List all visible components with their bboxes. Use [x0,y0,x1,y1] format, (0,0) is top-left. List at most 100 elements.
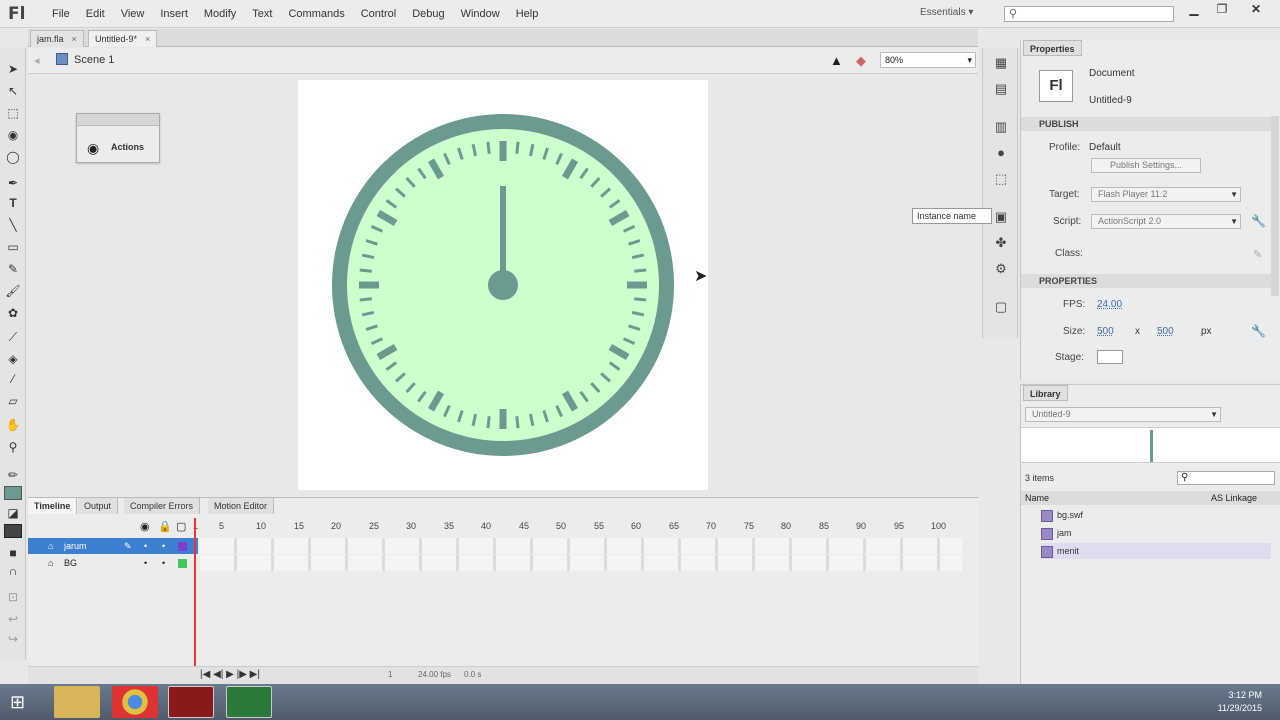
swap-colors-icon[interactable]: ■ [4,544,22,562]
edit-scene-icon[interactable]: ◆ [856,53,866,69]
publish-section-header[interactable]: PUBLISH [1021,117,1271,131]
info-icon[interactable]: ▣ [992,208,1010,226]
3d-rotation-tool-icon[interactable]: ◉ [4,126,22,144]
close-icon[interactable]: × [145,34,150,44]
frame-ruler[interactable]: 1 5 10 15 20 25 30 35 40 45 50 55 60 65 … [193,518,963,534]
menu-text[interactable]: Text [244,0,280,28]
tab-properties[interactable]: Properties [1023,40,1082,56]
workspace-switcher[interactable]: Essentials ▾ [920,7,973,18]
pen-tool-icon[interactable]: ✒ [4,174,22,192]
restore-button[interactable]: ❐ [1208,0,1236,18]
stage[interactable] [298,80,708,490]
layer-lock-dot[interactable]: • [162,538,165,554]
tab-jam-fla[interactable]: jam.fla × [30,30,84,47]
code-snippets-icon[interactable]: ⚙ [992,260,1010,278]
library-document-select[interactable]: Untitled-9 ▼ [1025,407,1221,422]
playback-controls-icon[interactable]: |◀ ◀| ▶ |▶ ▶| [200,669,260,680]
menu-insert[interactable]: Insert [152,0,196,28]
rectangle-tool-icon[interactable]: ▭ [4,238,22,256]
col-name[interactable]: Name [1025,491,1049,505]
actions-panel[interactable]: ◉ Actions [76,113,160,163]
camtasia-icon[interactable] [226,686,272,718]
windows-start-icon[interactable]: ⊞ [10,692,25,713]
flash-app-icon[interactable] [168,686,214,718]
layer-color-swatch[interactable] [178,542,187,551]
close-button[interactable]: ✕ [1242,0,1270,18]
publish-settings-button[interactable]: Publish Settings... [1091,158,1201,173]
subselection-tool-icon[interactable]: ↖ [4,82,22,100]
back-arrow-icon[interactable]: ◂ [34,54,40,67]
zoom-tool-icon[interactable]: ⚲ [4,438,22,456]
menu-commands[interactable]: Commands [280,0,352,28]
pencil-tool-icon[interactable]: ✎ [4,260,22,278]
pencil-icon[interactable]: ✎ [1253,248,1262,261]
straighten-icon[interactable]: ↩ [4,610,22,628]
layer-row-jarum[interactable]: ⌂ jarum ✎ • • [28,538,198,554]
layer-visible-dot[interactable]: • [144,538,147,554]
tab-untitled-9[interactable]: Untitled-9* × [88,30,158,47]
stroke-color-icon[interactable]: ✏ [4,466,22,484]
menu-edit[interactable]: Edit [78,0,113,28]
lock-icon[interactable]: 🔒 [158,520,172,533]
menu-debug[interactable]: Debug [404,0,452,28]
tab-compiler-errors[interactable]: Compiler Errors [124,498,201,514]
color-icon[interactable]: ● [992,144,1010,162]
menu-view[interactable]: View [113,0,153,28]
line-tool-icon[interactable]: ╲ [4,216,22,234]
lasso-tool-icon[interactable]: ◯ [4,148,22,166]
menu-file[interactable]: File [44,0,78,28]
outline-icon[interactable]: ▢ [176,520,186,533]
minimize-button[interactable]: ▁ [1180,0,1208,18]
layer-lock-dot[interactable]: • [162,555,165,571]
transform-icon[interactable]: ⬚ [992,170,1010,188]
wrench-icon[interactable]: 🔧 [1251,214,1266,228]
library-item[interactable]: jam [1041,525,1271,541]
stroke-color-swatch[interactable] [4,486,22,500]
col-linkage[interactable]: AS Linkage [1211,491,1257,505]
selection-tool-icon[interactable]: ➤ [4,60,22,78]
menu-help[interactable]: Help [508,0,547,28]
stage-color-swatch[interactable] [1097,350,1123,364]
edit-symbols-icon[interactable]: ▲ [830,53,843,68]
tab-library[interactable]: Library [1023,385,1068,401]
actions-panel-header[interactable] [77,114,159,126]
motion-presets-icon[interactable]: ▦ [992,54,1010,72]
tab-motion-editor[interactable]: Motion Editor [208,498,275,514]
history-icon[interactable]: ▤ [992,80,1010,98]
playhead[interactable] [194,518,196,678]
frames-row[interactable] [200,538,962,554]
layer-color-swatch[interactable] [178,559,187,568]
library-item[interactable]: bg.swf [1041,507,1271,523]
tray-clock[interactable]: 3:12 PM 11/29/2015 [1218,689,1262,715]
text-tool-icon[interactable]: T [4,194,22,212]
snap-icon[interactable]: ∩ [4,562,22,580]
menu-control[interactable]: Control [353,0,404,28]
eyedropper-tool-icon[interactable]: ⁄ [4,370,22,388]
clock-graphic[interactable] [298,80,708,490]
hand-tool-icon[interactable]: ✋ [4,416,22,434]
eye-icon[interactable]: ◉ [140,520,150,533]
menu-window[interactable]: Window [453,0,508,28]
free-transform-tool-icon[interactable]: ⬚ [4,104,22,122]
tab-output[interactable]: Output [78,498,119,514]
tab-timeline[interactable]: Timeline [28,498,78,514]
frames-row[interactable] [200,555,962,571]
library-search-input[interactable]: ⚲ [1177,471,1275,485]
option-icon[interactable]: ↪ [4,630,22,648]
target-select[interactable]: Flash Player 11.2 ▼ [1091,187,1241,202]
layer-visible-dot[interactable]: • [144,555,147,571]
deco-tool-icon[interactable]: ✿ [4,304,22,322]
search-input[interactable]: ⚲ [1004,6,1174,22]
close-icon[interactable]: × [72,34,77,44]
properties-scrollbar[interactable] [1271,116,1279,296]
chrome-icon[interactable] [112,686,158,718]
smooth-icon[interactable]: ⊡ [4,588,22,606]
menu-modify[interactable]: Modify [196,0,244,28]
fill-color-icon[interactable]: ◪ [4,504,22,522]
scene-panel-icon[interactable]: ▢ [992,298,1010,316]
brush-tool-icon[interactable]: 🖌 [4,282,22,300]
width-value[interactable]: 500 [1097,326,1114,337]
script-select[interactable]: ActionScript 2.0 ▼ [1091,214,1241,229]
fill-color-swatch[interactable] [4,524,22,538]
paint-bucket-tool-icon[interactable]: ◈ [4,350,22,368]
